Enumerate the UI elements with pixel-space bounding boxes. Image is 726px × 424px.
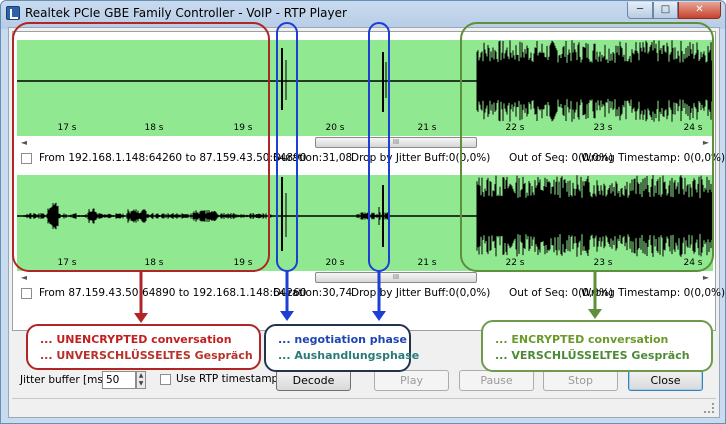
jitter-buffer-label: Jitter buffer [ms] <box>20 374 107 386</box>
unencrypted-callout: ... UNENCRYPTED conversation ... UNVERSC… <box>26 324 261 370</box>
scrollbar-stream-2[interactable]: ◄ III ► <box>17 271 713 284</box>
negotiation-line-2: ... Aushandlungsphase <box>278 349 420 362</box>
play-button[interactable]: Play <box>374 370 449 391</box>
scroll-left-icon[interactable]: ◄ <box>17 136 31 149</box>
status-bar <box>12 398 716 415</box>
jitter-buffer-input[interactable]: 50 <box>102 371 136 389</box>
stream-1-wrong-ts: Wrong Timestamp: 0(0,0%) <box>581 152 726 164</box>
tick-label: 23 s <box>593 258 613 268</box>
maximize-button[interactable]: □ <box>653 2 678 19</box>
tick-label: 17 s <box>57 123 77 133</box>
tick-label: 21 s <box>417 123 437 133</box>
stream-info-1: From 192.168.1.148:64260 to 87.159.43.50… <box>21 151 725 167</box>
minimize-button[interactable]: ─ <box>627 2 653 19</box>
unencrypted-line-2: ... UNVERSCHLÜSSELTES Gespräch <box>40 349 253 362</box>
encrypted-callout: ... ENCRYPTED conversation ... VERSCHLÜS… <box>481 320 713 372</box>
stream-2-endpoints: From 87.159.43.50:64890 to 192.168.1.148… <box>39 287 307 299</box>
close-button[interactable]: Close <box>628 370 703 391</box>
tick-label: 19 s <box>233 258 253 268</box>
encrypted-noise-2 <box>476 175 713 257</box>
scroll-right-icon[interactable]: ► <box>699 271 713 284</box>
rtp-player-window: Realtek PCIe GBE Family Controller - VoI… <box>0 0 726 424</box>
decode-button[interactable]: Decode <box>276 370 351 391</box>
stream-info-2: From 87.159.43.50:64890 to 192.168.1.148… <box>21 286 725 302</box>
stream-1-duration: Duration:31,08 <box>273 152 353 164</box>
encrypted-line-2: ... VERSCHLÜSSELTES Gespräch <box>495 349 690 362</box>
tick-label: 20 s <box>325 123 345 133</box>
time-axis-2: 17 s 18 s 19 s 20 s 21 s 22 s 23 s 24 s <box>17 257 713 271</box>
rtp-timestamp-checkbox[interactable] <box>160 374 171 385</box>
tick-label: 21 s <box>417 258 437 268</box>
scroll-thumb-1[interactable]: III <box>315 137 477 148</box>
encrypted-line-1: ... ENCRYPTED conversation <box>495 333 669 346</box>
scrollbar-stream-1[interactable]: ◄ III ► <box>17 136 713 149</box>
tick-label: 22 s <box>505 123 525 133</box>
tick-label: 18 s <box>144 123 164 133</box>
jitter-spin-icon[interactable]: ▲ ▼ <box>136 371 146 389</box>
tick-label: 20 s <box>325 258 345 268</box>
stream-2-duration: Duration:30,74 <box>273 287 353 299</box>
stream-2-wrong-ts: Wrong Timestamp: 0(0,0%) <box>581 287 726 299</box>
tick-label: 24 s <box>683 123 703 133</box>
tick-label: 18 s <box>144 258 164 268</box>
tick-label: 17 s <box>57 258 77 268</box>
waveform-1-graphic <box>17 40 713 122</box>
title-bar[interactable]: Realtek PCIe GBE Family Controller - VoI… <box>1 1 725 25</box>
rtp-timestamp-label: Use RTP timestamp <box>176 373 279 385</box>
stream-1-endpoints: From 192.168.1.148:64260 to 87.159.43.50… <box>39 152 307 164</box>
waveform-stream-2 <box>17 175 713 257</box>
stream-2-drop: Drop by Jitter Buff:0(0,0%) <box>351 287 491 299</box>
unencrypted-line-1: ... UNENCRYPTED conversation <box>40 333 232 346</box>
scroll-right-icon[interactable]: ► <box>699 136 713 149</box>
tick-label: 19 s <box>233 123 253 133</box>
window-title: Realtek PCIe GBE Family Controller - VoI… <box>25 6 347 20</box>
scroll-thumb-2[interactable]: III <box>315 272 477 283</box>
resize-grip-icon[interactable] <box>704 403 714 413</box>
window-close-button[interactable]: ✕ <box>678 2 721 19</box>
time-axis-1: 17 s 18 s 19 s 20 s 21 s 22 s 23 s 24 s <box>17 122 713 136</box>
noise-path <box>476 40 713 122</box>
stream-1-drop: Drop by Jitter Buff:0(0,0%) <box>351 152 491 164</box>
scroll-left-icon[interactable]: ◄ <box>17 271 31 284</box>
encrypted-noise-1 <box>476 40 713 122</box>
stop-button[interactable]: Stop <box>543 370 618 391</box>
app-icon <box>6 6 20 20</box>
negotiation-callout: ... negotiation phase ... Aushandlungsph… <box>264 324 420 372</box>
tick-label: 23 s <box>593 123 613 133</box>
negotiation-line-1: ... negotiation phase <box>278 333 407 346</box>
tick-label: 22 s <box>505 258 525 268</box>
pause-button[interactable]: Pause <box>459 370 534 391</box>
stream-1-checkbox[interactable] <box>21 153 32 164</box>
tick-label: 24 s <box>683 258 703 268</box>
waveform-stream-1 <box>17 40 713 122</box>
waveform-2-graphic <box>17 175 713 257</box>
noise-path <box>476 175 713 257</box>
stream-2-checkbox[interactable] <box>21 288 32 299</box>
streams-panel: 17 s 18 s 19 s 20 s 21 s 22 s 23 s 24 s ◄ III ►… <box>12 31 725 331</box>
